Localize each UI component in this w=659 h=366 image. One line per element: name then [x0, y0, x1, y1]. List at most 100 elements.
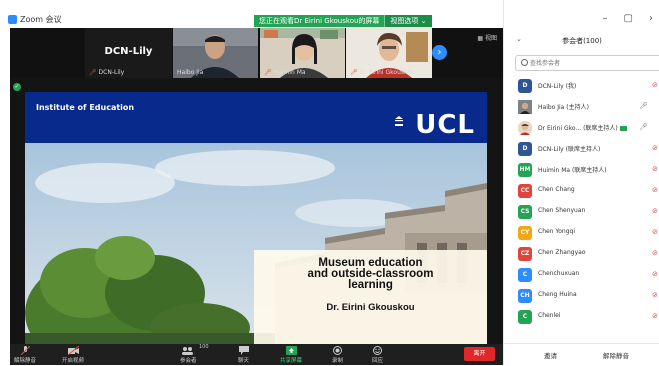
avatar	[518, 100, 532, 114]
share-screen-icon	[285, 346, 297, 355]
participant-name: DCN-Lily (我)	[538, 83, 577, 90]
zoom-logo-icon	[8, 15, 17, 24]
panel-footer: 邀请 解除静音	[504, 343, 659, 366]
list-item[interactable]: C Chenlei ⊘	[504, 307, 659, 327]
view-options-button[interactable]: 视图选项 ⌄	[384, 15, 432, 27]
reactions-icon	[373, 346, 382, 355]
gallery-view-button[interactable]: ▦ 视图	[477, 33, 497, 42]
sharing-screen-icon	[619, 126, 627, 131]
muted-mic-icon: ⊘	[652, 249, 658, 257]
participants-icon	[182, 347, 194, 355]
muted-mic-icon: ⊘	[652, 270, 658, 278]
muted-mic-icon: 🎤︎	[350, 69, 358, 76]
close-panel-button[interactable]: ›	[649, 13, 653, 24]
tile-name-label: 🎤︎ Huimin Ma	[264, 69, 306, 76]
avatar: C	[518, 268, 532, 282]
avatar-photo	[518, 121, 532, 135]
record-icon	[333, 346, 342, 355]
participant-name: Chenlei	[538, 312, 561, 319]
list-item[interactable]: Haibo Jia (主持人) 🎤︎	[504, 97, 659, 117]
minimize-button[interactable]: –	[603, 13, 608, 24]
maximize-button[interactable]: ▢	[624, 13, 633, 24]
participant-name: DCN-Lily (联席主持人)	[538, 146, 601, 153]
panel-title: 参会者(100)	[562, 37, 602, 45]
search-placeholder: 查找参会者	[530, 60, 561, 67]
muted-mic-icon: ⊘	[652, 312, 658, 320]
participants-button[interactable]: 参会者	[180, 346, 197, 364]
avatar: D	[518, 142, 532, 156]
video-tile-haibo-jia[interactable]: Haibo Jia	[173, 28, 258, 78]
avatar: CY	[518, 226, 532, 240]
slide-caption-box: Museum education and outside-classroom l…	[254, 250, 487, 344]
security-shield-icon[interactable]: ✓	[13, 83, 21, 91]
muted-mic-icon: ⊘	[652, 186, 658, 194]
avatar: C	[518, 310, 532, 324]
record-button[interactable]: 录制	[332, 346, 343, 364]
ucl-logo: UCL	[415, 110, 475, 140]
avatar: HM	[518, 163, 532, 177]
muted-mic-icon: 🎤︎	[89, 69, 97, 76]
participant-name: Huimin Ma (联席主持人)	[538, 167, 607, 174]
participants-count: 100	[199, 344, 209, 350]
video-tile-eirini-gkouskou[interactable]: 🎤︎ Dr Eirini Gkouskou	[346, 28, 432, 78]
list-item[interactable]: CC Chen Chang ⊘	[504, 181, 659, 201]
participants-panel: ⌄ 参会者(100) 查找参会者 D DCN-Lily (我) ⊘ Haibo …	[503, 0, 659, 365]
avatar: D	[518, 79, 532, 93]
muted-mic-icon	[20, 346, 30, 355]
meeting-area: DCN-Lily 🎤︎ DCN-Lily Haibo Jia 🎤︎ Huimin…	[10, 28, 503, 344]
participant-name: Cheng Huina	[538, 291, 577, 298]
invite-button[interactable]: 邀请	[544, 350, 557, 360]
muted-mic-icon: ⊘	[652, 165, 658, 173]
list-item[interactable]: C Chenchuxuan ⊘	[504, 265, 659, 285]
muted-mic-icon: ⊘	[652, 81, 658, 89]
list-item[interactable]: D DCN-Lily (我) ⊘	[504, 76, 659, 96]
institute-label: Institute of Education	[36, 103, 135, 112]
video-strip: DCN-Lily 🎤︎ DCN-Lily Haibo Jia 🎤︎ Huimin…	[10, 28, 503, 78]
list-item[interactable]: CH Cheng Huina ⊘	[504, 286, 659, 306]
shared-slide: Institute of Education UCL Museum educat…	[25, 92, 487, 344]
participant-search-input[interactable]: 查找参会者	[515, 55, 659, 71]
participant-name: Haibo Jia (主持人)	[538, 104, 589, 111]
avatar: CS	[518, 205, 532, 219]
unmute-button[interactable]: 解除静音	[14, 346, 36, 364]
participant-name: Chen Yongqi	[538, 228, 576, 235]
list-item[interactable]: CY Chen Yongqi ⊘	[504, 223, 659, 243]
list-item[interactable]: CZ Chen Zhangyao ⊘	[504, 244, 659, 264]
participant-name: Chen Shenyuan	[538, 207, 586, 214]
participant-name: Chenchuxuan	[538, 270, 580, 277]
chat-button[interactable]: 聊天	[238, 346, 249, 364]
leave-meeting-button[interactable]: 离开	[464, 347, 495, 361]
slide-author: Dr. Eirini Gkouskou	[326, 302, 415, 313]
next-page-arrow-icon[interactable]: ›	[432, 45, 447, 60]
chat-icon	[238, 346, 249, 355]
participant-name: Chen Zhangyao	[538, 249, 586, 256]
tile-name-label: 🎤︎ DCN-Lily	[89, 69, 125, 76]
list-item[interactable]: D DCN-Lily (联席主持人) ⊘	[504, 139, 659, 159]
participant-name: Dr Eirini Gko... (联席主持人)	[538, 123, 627, 132]
video-tile-huimin-ma[interactable]: 🎤︎ Huimin Ma	[260, 28, 345, 78]
reactions-button[interactable]: 回应	[372, 346, 383, 364]
mic-icon: 🎤︎	[639, 123, 648, 131]
avatar-photo	[518, 100, 532, 114]
tile-name-label: 🎤︎ Dr Eirini Gkouskou	[350, 69, 415, 76]
muted-mic-icon: ⊘	[652, 228, 658, 236]
avatar: CH	[518, 289, 532, 303]
tile-big-name: DCN-Lily	[104, 46, 153, 57]
mic-icon: 🎤︎	[639, 102, 648, 110]
list-item[interactable]: Dr Eirini Gko... (联席主持人) 🎤︎	[504, 118, 659, 138]
share-banner-text: 您正在观看Dr Eirini Gkouskou的屏幕	[254, 15, 385, 27]
muted-mic-icon: ⊘	[652, 291, 658, 299]
list-item[interactable]: HM Huimin Ma (联席主持人) ⊘	[504, 160, 659, 180]
video-off-icon	[67, 346, 79, 355]
video-tile-dcn-lily[interactable]: DCN-Lily 🎤︎ DCN-Lily	[85, 28, 172, 78]
unmute-all-button[interactable]: 解除静音	[603, 350, 629, 360]
avatar: CC	[518, 184, 532, 198]
app-title: Zoom 会议	[8, 14, 62, 25]
tile-name-label: Haibo Jia	[177, 69, 204, 76]
list-item[interactable]: CS Chen Shenyuan ⊘	[504, 202, 659, 222]
start-video-button[interactable]: 开启视频	[62, 346, 84, 364]
title-bar: Zoom 会议 您正在观看Dr Eirini Gkouskou的屏幕 视图选项 …	[0, 0, 503, 28]
avatar	[518, 121, 532, 135]
screen-share-banner: 您正在观看Dr Eirini Gkouskou的屏幕 视图选项 ⌄	[254, 15, 432, 27]
share-screen-button[interactable]: 共享屏幕	[280, 346, 302, 364]
